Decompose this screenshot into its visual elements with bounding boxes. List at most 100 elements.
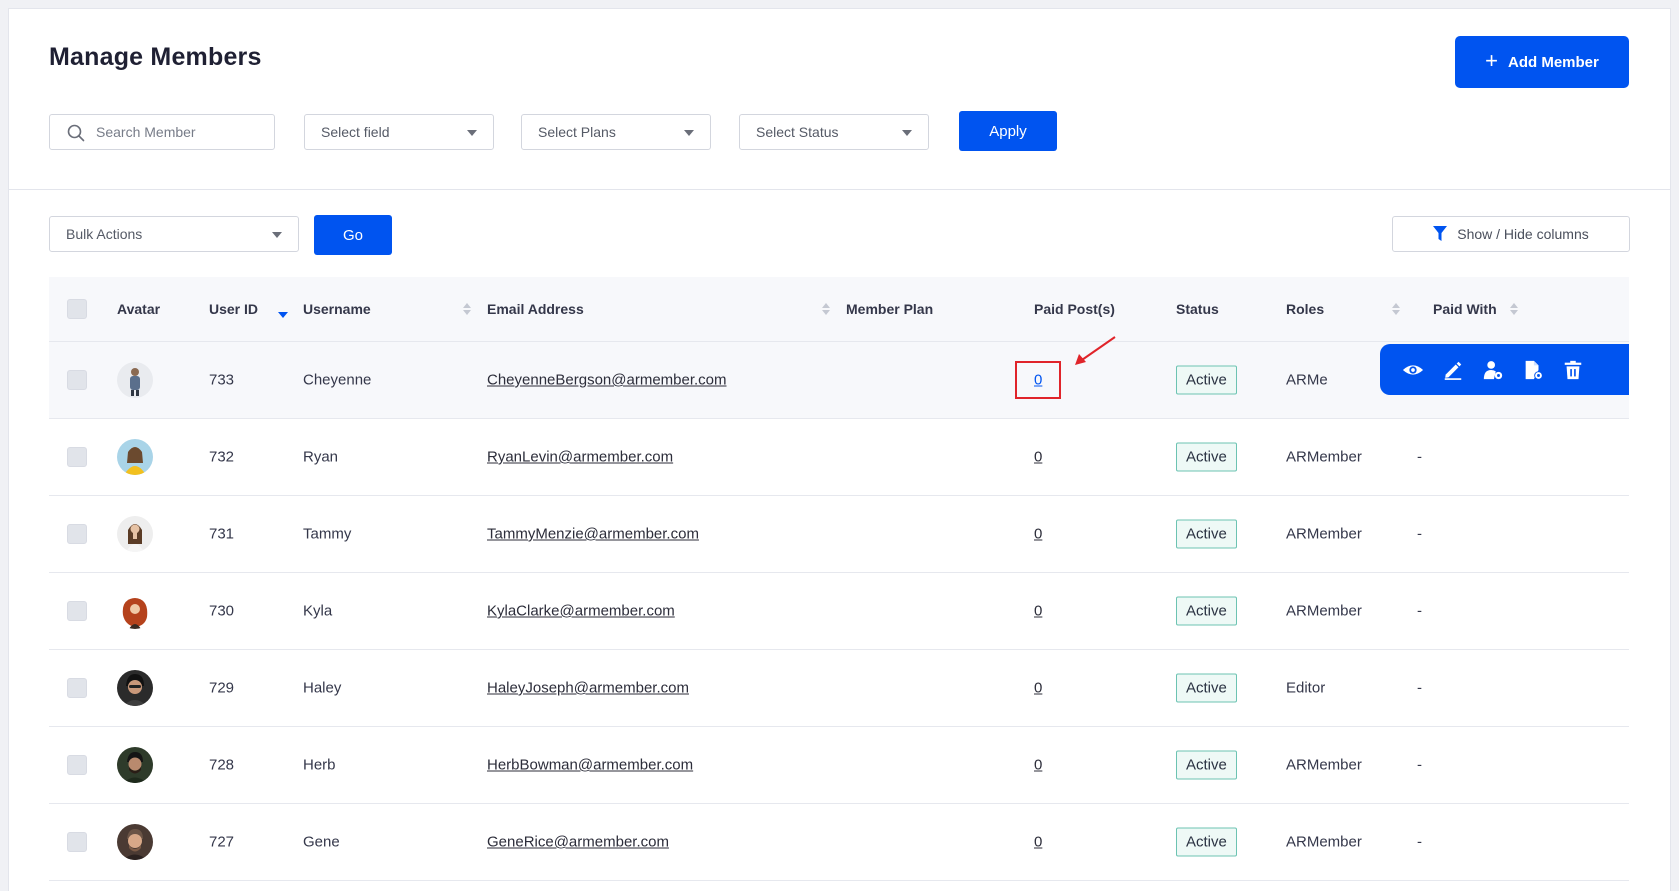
select-field-dropdown[interactable]: Select field (304, 114, 494, 150)
user-id: 730 (209, 602, 235, 620)
col-paid-with[interactable]: Paid With (1433, 301, 1497, 317)
page-frame: Manage Members + Add Member Search Membe… (8, 8, 1671, 891)
username: Haley (303, 679, 342, 697)
row-checkbox[interactable] (67, 678, 87, 698)
top-panel: Manage Members + Add Member Search Membe… (9, 9, 1670, 190)
show-hide-columns-button[interactable]: Show / Hide columns (1392, 216, 1630, 252)
email-link[interactable]: CheyenneBergson@armember.com (487, 372, 727, 389)
role: Editor (1286, 679, 1326, 697)
username: Ryan (303, 448, 339, 466)
paid-posts-link[interactable]: 0 (1034, 449, 1042, 466)
bulk-actions-value: Bulk Actions (66, 226, 143, 242)
avatar (117, 824, 153, 860)
status-cell: Active (1176, 442, 1237, 472)
add-member-button[interactable]: + Add Member (1455, 36, 1629, 88)
show-hide-columns-label: Show / Hide columns (1457, 226, 1589, 242)
role: ARMember (1286, 756, 1362, 774)
col-username[interactable]: Username (303, 301, 371, 317)
status-cell: Active (1176, 596, 1237, 626)
caret-down-icon (902, 130, 912, 136)
avatar (117, 747, 153, 783)
status-badge: Active (1176, 365, 1237, 395)
user-id: 731 (209, 525, 235, 543)
avatar (117, 593, 153, 629)
filter-icon (1433, 226, 1448, 241)
status-cell: Active (1176, 673, 1237, 703)
status-badge: Active (1176, 442, 1237, 472)
row-checkbox[interactable] (67, 601, 87, 621)
col-email[interactable]: Email Address (487, 301, 584, 317)
page-title: Manage Members (49, 43, 262, 71)
row-checkbox[interactable] (67, 370, 87, 390)
bulk-actions-dropdown[interactable]: Bulk Actions (49, 216, 299, 252)
sort-icon[interactable] (463, 303, 471, 315)
user-settings-icon[interactable] (1482, 359, 1504, 381)
avatar (117, 670, 153, 706)
sort-desc-icon[interactable] (278, 312, 288, 319)
username: Gene (303, 833, 340, 851)
table-row: 728 Herb HerbBowman@armember.com 0 Activ… (49, 727, 1629, 804)
email-link[interactable]: RyanLevin@armember.com (487, 449, 673, 466)
paid-with: - (1417, 525, 1422, 543)
delete-icon[interactable] (1562, 359, 1584, 381)
search-placeholder: Search Member (96, 124, 196, 140)
table-row: 730 Kyla KylaClarke@armember.com 0 Activ… (49, 573, 1629, 650)
col-user-id[interactable]: User ID (209, 301, 258, 317)
table-row: 729 Haley HaleyJoseph@armember.com 0 Act… (49, 650, 1629, 727)
sort-icon[interactable] (1510, 303, 1518, 315)
select-all-checkbox[interactable] (67, 299, 87, 319)
role: ARMember (1286, 833, 1362, 851)
row-checkbox[interactable] (67, 524, 87, 544)
user-id: 729 (209, 679, 235, 697)
table-row: 731 Tammy TammyMenzie@armember.com 0 Act… (49, 496, 1629, 573)
email-link[interactable]: TammyMenzie@armember.com (487, 526, 699, 543)
view-icon[interactable] (1402, 359, 1424, 381)
paid-posts-link[interactable]: 0 (1034, 680, 1042, 697)
table-row: 727 Gene GeneRice@armember.com 0 Active … (49, 804, 1629, 881)
select-plans-value: Select Plans (538, 124, 616, 140)
paid-posts-link[interactable]: 0 (1034, 526, 1042, 543)
status-badge: Active (1176, 750, 1237, 780)
caret-down-icon (684, 130, 694, 136)
row-checkbox[interactable] (67, 832, 87, 852)
select-status-dropdown[interactable]: Select Status (739, 114, 929, 150)
status-badge: Active (1176, 827, 1237, 857)
paid-with: - (1417, 448, 1422, 466)
status-cell: Active (1176, 365, 1237, 395)
email-link[interactable]: HaleyJoseph@armember.com (487, 680, 689, 697)
paid-with: - (1417, 833, 1422, 851)
status-badge: Active (1176, 596, 1237, 626)
email-link[interactable]: GeneRice@armember.com (487, 834, 669, 851)
paid-posts-link[interactable]: 0 (1034, 757, 1042, 774)
go-button[interactable]: Go (314, 215, 392, 255)
avatar (117, 439, 153, 475)
row-checkbox[interactable] (67, 447, 87, 467)
user-id: 732 (209, 448, 235, 466)
status-badge: Active (1176, 673, 1237, 703)
row-checkbox[interactable] (67, 755, 87, 775)
document-settings-icon[interactable] (1522, 359, 1544, 381)
highlight-box (1015, 361, 1061, 399)
paid-posts-link[interactable]: 0 (1034, 603, 1042, 620)
apply-button[interactable]: Apply (959, 111, 1057, 151)
avatar (117, 516, 153, 552)
sort-icon[interactable] (822, 303, 830, 315)
paid-posts-link[interactable]: 0 (1034, 834, 1042, 851)
plus-icon: + (1485, 48, 1498, 73)
search-input[interactable]: Search Member (49, 114, 275, 150)
email-link[interactable]: HerbBowman@armember.com (487, 757, 693, 774)
col-roles[interactable]: Roles (1286, 301, 1324, 317)
select-plans-dropdown[interactable]: Select Plans (521, 114, 711, 150)
search-icon (67, 124, 85, 142)
role: ARMember (1286, 448, 1362, 466)
sort-icon[interactable] (1392, 303, 1400, 315)
paid-with: - (1417, 679, 1422, 697)
table-row: 732 Ryan RyanLevin@armember.com 0 Active… (49, 419, 1629, 496)
email-link[interactable]: KylaClarke@armember.com (487, 603, 675, 620)
username: Tammy (303, 525, 352, 543)
status-cell: Active (1176, 827, 1237, 857)
role: ARMe (1286, 371, 1328, 389)
paid-with: - (1417, 602, 1422, 620)
status-cell: Active (1176, 750, 1237, 780)
edit-icon[interactable] (1442, 359, 1464, 381)
